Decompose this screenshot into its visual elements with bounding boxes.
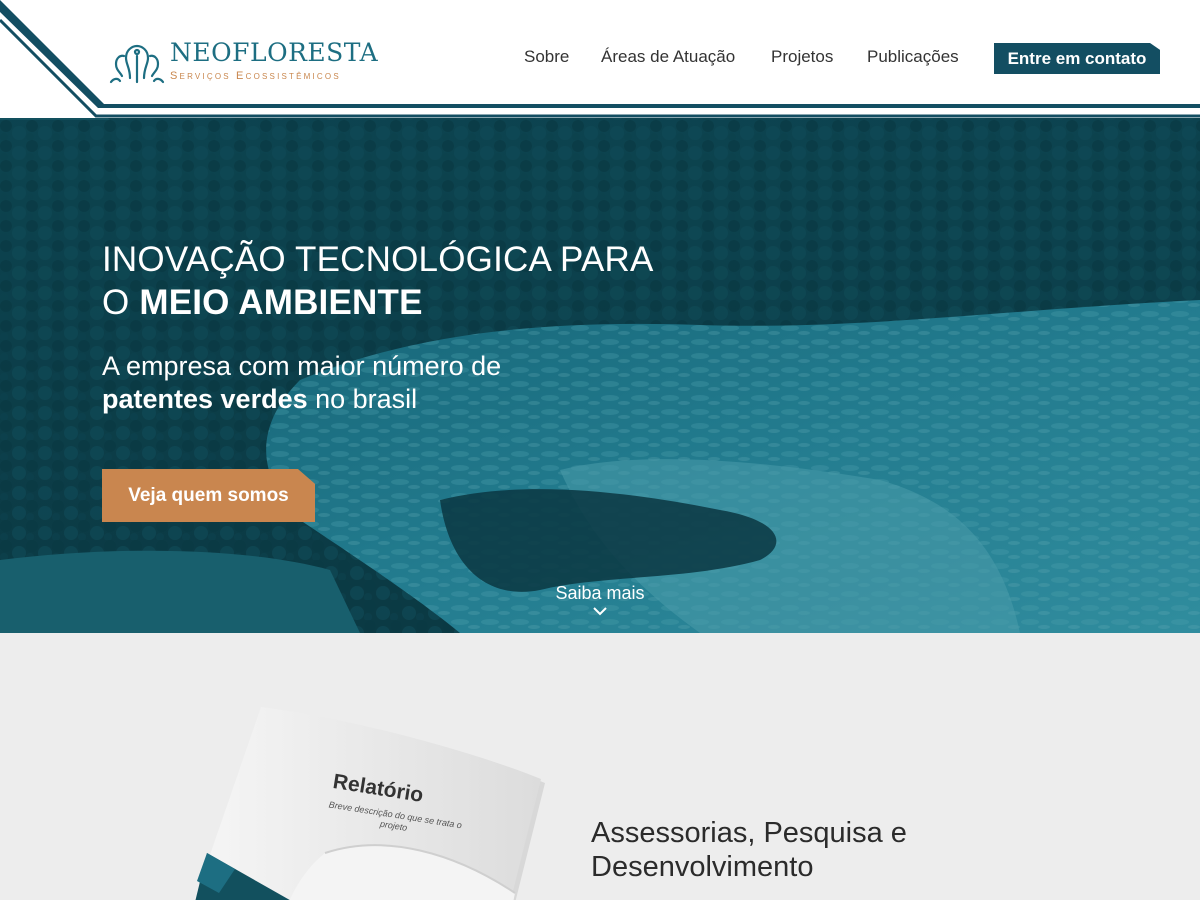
nav-item-projetos[interactable]: Projetos xyxy=(771,47,833,67)
hero-headline-line1: INOVAÇÃO TECNOLÓGICA PARA xyxy=(102,240,654,279)
hero-headline-prefix: O xyxy=(102,283,140,322)
hero-subheadline-line2: patentes verdes no brasil xyxy=(102,383,501,416)
main-nav: Sobre Áreas de Atuação Projetos Publicaç… xyxy=(0,43,1200,75)
report-mockup: Relatório Breve descrição do que se trat… xyxy=(175,703,595,900)
hero-subheadline-line1: A empresa com maior número de xyxy=(102,351,502,381)
scroll-more-link[interactable]: Saiba mais xyxy=(0,583,1200,616)
hero-headline-line2: O MEIO AMBIENTE xyxy=(102,281,654,324)
who-we-are-button[interactable]: Veja quem somos xyxy=(102,469,315,522)
services-section: Relatório Breve descrição do que se trat… xyxy=(0,633,1200,900)
hero-headline-emphasis: MEIO AMBIENTE xyxy=(139,283,423,322)
hero-subheadline-rest: no brasil xyxy=(307,384,418,414)
chevron-down-icon xyxy=(593,607,607,616)
contact-button[interactable]: Entre em contato xyxy=(994,43,1160,74)
section-title-line2: Desenvolvimento xyxy=(591,851,814,883)
section-title: Assessorias, Pesquisa e Desenvolvimento xyxy=(591,816,907,884)
nav-item-areas[interactable]: Áreas de Atuação xyxy=(601,47,735,67)
hero-subheadline-emphasis: patentes verdes xyxy=(102,384,308,414)
hero-subheadline: A empresa com maior número de patentes v… xyxy=(102,350,501,416)
nav-item-sobre[interactable]: Sobre xyxy=(524,47,569,67)
hero-headline: INOVAÇÃO TECNOLÓGICA PARA O MEIO AMBIENT… xyxy=(102,238,654,324)
nav-item-publicacoes[interactable]: Publicações xyxy=(867,47,959,67)
section-title-line1: Assessorias, Pesquisa e xyxy=(591,817,907,849)
scroll-more-label: Saiba mais xyxy=(555,583,645,603)
